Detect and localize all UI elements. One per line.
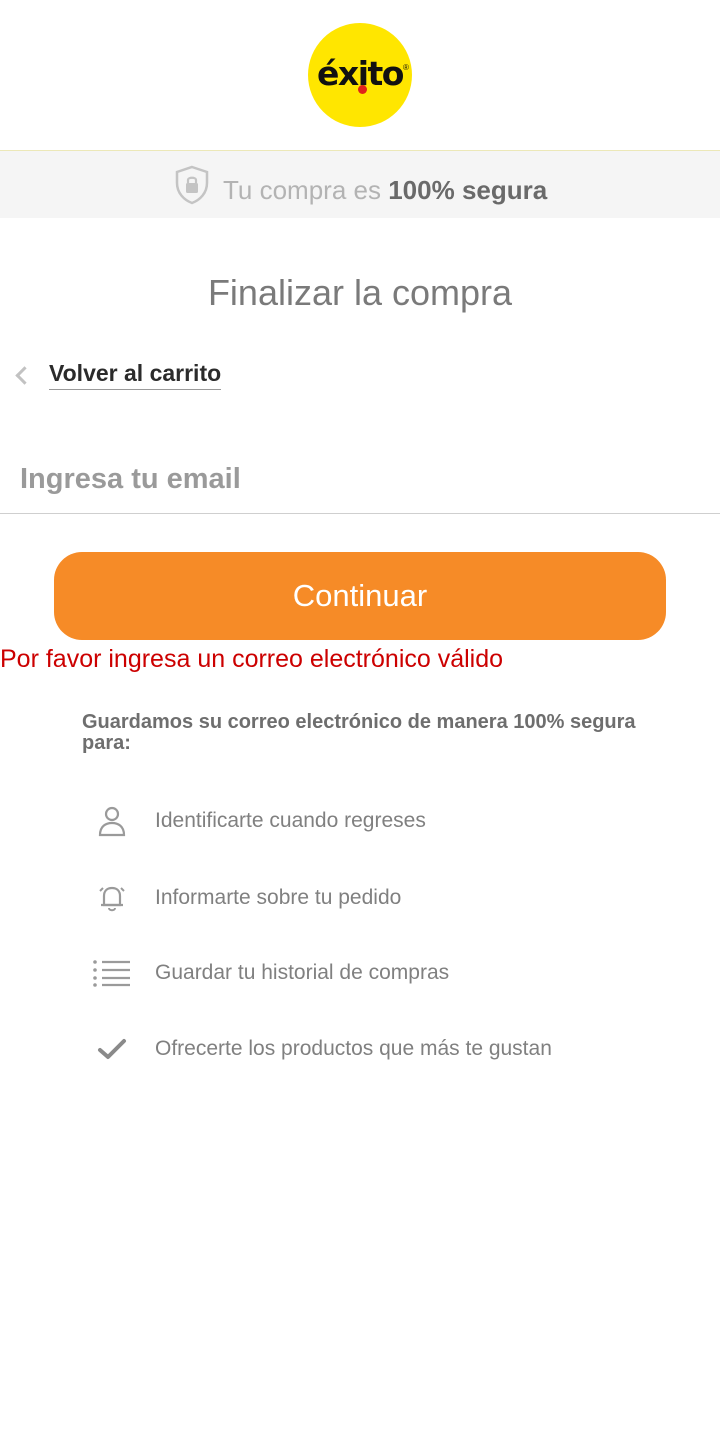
benefit-label: Informarte sobre tu pedido [155, 886, 402, 909]
logo-dot [358, 85, 367, 94]
benefit-item: Identificarte cuando regreses [90, 799, 650, 843]
page-title: Finalizar la compra [207, 272, 513, 313]
continue-button[interactable]: Continuar [54, 552, 666, 640]
secure-purchase-banner: Tu compra es 100% segura [0, 151, 720, 218]
bell-icon [90, 876, 134, 920]
benefit-item: Informarte sobre tu pedido [90, 876, 650, 920]
benefit-label: Ofrecerte los productos que más te gusta… [155, 1037, 552, 1060]
back-to-cart-label: Volver al carrito [49, 360, 222, 390]
back-to-cart-link[interactable]: Volver al carrito [15, 358, 222, 392]
benefit-label: Guardar tu historial de compras [155, 961, 450, 984]
exito-logo[interactable]: éxito ® [308, 23, 412, 127]
logo-registered-mark: ® [403, 63, 409, 72]
header: éxito ® [0, 0, 720, 151]
user-icon [90, 799, 134, 843]
secure-text-bold: 100% segura [388, 175, 548, 205]
secure-text-prefix: Tu compra es [223, 175, 389, 205]
benefit-item: Ofrecerte los productos que más te gusta… [90, 1027, 650, 1071]
shield-lock-icon [175, 165, 209, 205]
checkmark-icon [90, 1027, 134, 1071]
secure-purchase-text: Tu compra es 100% segura [223, 175, 547, 206]
benefit-item: Guardar tu historial de compras [90, 951, 650, 995]
email-input[interactable] [18, 458, 702, 500]
benefits-title: Guardamos su correo electrónico de maner… [82, 711, 636, 754]
email-error-message: Por favor ingresa un correo electrónico … [0, 645, 504, 673]
chevron-left-icon [15, 365, 34, 385]
list-icon [90, 951, 134, 995]
benefit-label: Identificarte cuando regreses [155, 809, 426, 832]
email-field-container [0, 440, 720, 514]
